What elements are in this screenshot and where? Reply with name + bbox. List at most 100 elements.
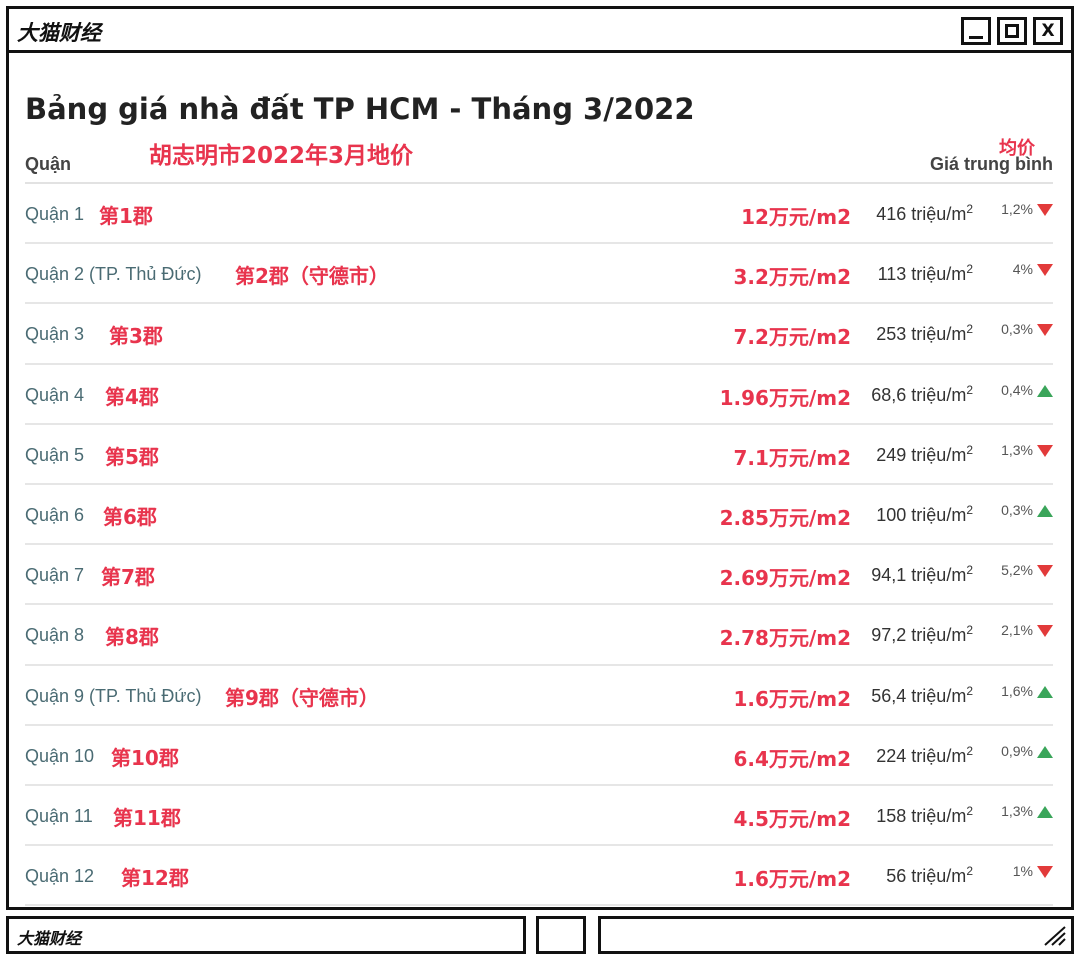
district-name-zh: 第12郡 [121,866,189,891]
status-panel-right [598,916,1074,954]
trend-up-icon [1037,504,1053,517]
trend-up-icon [1037,805,1053,818]
unit-superscript: 2 [966,442,973,457]
table-row: Quận 10 第10郡 6.4万元/m2 224 triệu/m2 0,9% [25,726,1053,786]
resize-grip-icon[interactable] [1041,923,1067,947]
district-name: Quận 2 (TP. Thủ Đức) [25,264,202,285]
change-percent: 2,1% [1001,622,1033,639]
price-cny: 2.78万元/m2 [719,626,851,651]
price-vnd-value: 158 triệu/m [876,805,967,826]
district-name: Quận 9 (TP. Thủ Đức) [25,685,202,706]
unit-superscript: 2 [966,683,973,698]
district-name-zh: 第7郡 [101,565,155,590]
window-title: 大猫财经 [17,21,101,45]
price-cny: 7.1万元/m2 [733,445,852,470]
column-header-district: Quận [25,154,72,174]
district-name-zh: 第8郡 [105,625,159,650]
table-row: Quận 12 第12郡 1.6万元/m2 56 triệu/m2 1% [25,846,1053,907]
trend-up-icon [1037,384,1053,397]
trend-down-icon [1037,324,1053,337]
minimize-button[interactable] [961,17,991,45]
trend-down-icon [1037,444,1053,457]
price-vnd: 224 triệu/m2 [876,744,973,767]
status-panel-main: 大猫财经 [6,916,526,954]
change-percent: 0,3% [1001,501,1033,518]
trend-down-icon [1037,264,1053,277]
district-name-zh: 第5郡 [105,444,159,469]
table-row: Quận 1 第1郡 12万元/m2 416 triệu/m2 1,2% [25,184,1053,245]
district-name: Quận 1 [25,204,85,224]
column-header-average-price: Giá trung bình [930,154,1053,174]
trend-down-icon [1037,204,1053,216]
price-vnd: 253 triệu/m2 [876,322,973,345]
trend-down-icon [1037,625,1053,638]
status-panel-small [536,916,586,954]
price-table: Quận 1 第1郡 12万元/m2 416 triệu/m2 1,2% Quận 2 (… [25,184,1053,907]
district-name-zh: 第1郡 [99,204,153,228]
price-cny: 4.5万元/m2 [733,806,852,831]
change-percent: 0,9% [1001,742,1033,759]
district-name: Quận 6 [25,504,85,525]
change-percent: 0,4% [1001,381,1033,398]
table-row: Quận 6 第6郡 2.85万元/m2 100 triệu/m2 0,3% [25,485,1053,546]
price-vnd: 249 triệu/m2 [876,443,973,466]
price-vnd-value: 253 triệu/m [876,324,967,345]
price-cny: 2.85万元/m2 [719,505,851,530]
trend-up-icon [1037,685,1053,698]
change-percent: 1% [1012,863,1033,880]
district-name-zh: 第9郡（守德市） [225,685,379,710]
maximize-icon [1005,24,1019,38]
change-percent: 1,2% [1001,201,1033,217]
change-percent: 1,3% [1001,802,1033,819]
unit-superscript: 2 [966,262,973,277]
title-bar[interactable]: 大猫财经 X [9,9,1071,53]
price-cny: 7.2万元/m2 [733,325,852,350]
price-vnd: 97,2 triệu/m2 [871,623,973,646]
change-percent: 1,6% [1001,682,1033,699]
price-vnd: 94,1 triệu/m2 [871,563,973,586]
price-vnd-value: 100 triệu/m [876,504,967,525]
price-cny: 12万元/m2 [741,205,851,229]
minimize-icon [969,35,983,39]
change-percent: 0,3% [1001,321,1033,338]
table-row: Quận 5 第5郡 7.1万元/m2 249 triệu/m2 1,3% [25,425,1053,485]
price-cny: 1.6万元/m2 [733,686,852,711]
unit-superscript: 2 [966,382,973,397]
district-name-zh: 第6郡 [103,504,157,529]
price-cny: 6.4万元/m2 [733,746,852,771]
price-vnd-value: 56,4 triệu/m [871,685,967,706]
district-name: Quận 5 [25,444,85,465]
table-row: Quận 2 (TP. Thủ Đức) 第2郡（守德市） 3.2万元/m2 113 … [25,244,1053,305]
district-name-zh: 第10郡 [111,745,179,770]
table-row: Quận 11 第11郡 4.5万元/m2 158 triệu/m2 1,3% [25,786,1053,847]
district-name-zh: 第3郡 [109,324,163,349]
price-vnd-value: 113 triệu/m [877,264,967,285]
district-name: Quận 11 [25,805,93,826]
price-vnd: 68,6 triệu/m2 [871,383,973,406]
price-vnd: 56,4 triệu/m2 [871,684,973,707]
district-name: Quận 12 [25,866,95,887]
district-name: Quận 7 [25,565,85,586]
close-icon: X [1041,21,1055,41]
district-name: Quận 3 [25,324,85,345]
change-percent: 5,2% [1001,562,1033,579]
unit-superscript: 2 [966,864,973,879]
close-button[interactable]: X [1033,17,1063,45]
content-area: Bảng giá nhà đất TP HCM - Tháng 3/2022 胡… [9,56,1071,907]
price-vnd: 100 triệu/m2 [876,503,973,526]
unit-superscript: 2 [966,202,973,216]
district-name-zh: 第11郡 [113,805,181,830]
price-vnd: 113 triệu/m2 [878,262,973,285]
district-name-zh: 第2郡（守德市） [235,264,389,289]
price-vnd: 416 triệu/m2 [876,202,973,225]
price-cny: 2.69万元/m2 [719,566,851,591]
page-subtitle-zh: 胡志明市2022年3月地价 [149,143,414,169]
price-cny: 1.6万元/m2 [733,867,852,892]
district-name: Quận 10 [25,745,95,766]
price-vnd-value: 249 triệu/m [876,444,967,465]
change-percent: 4% [1012,261,1033,278]
price-vnd-value: 56 triệu/m [886,866,967,887]
price-vnd-value: 94,1 triệu/m [871,565,967,586]
unit-superscript: 2 [966,563,973,578]
maximize-button[interactable] [997,17,1027,45]
